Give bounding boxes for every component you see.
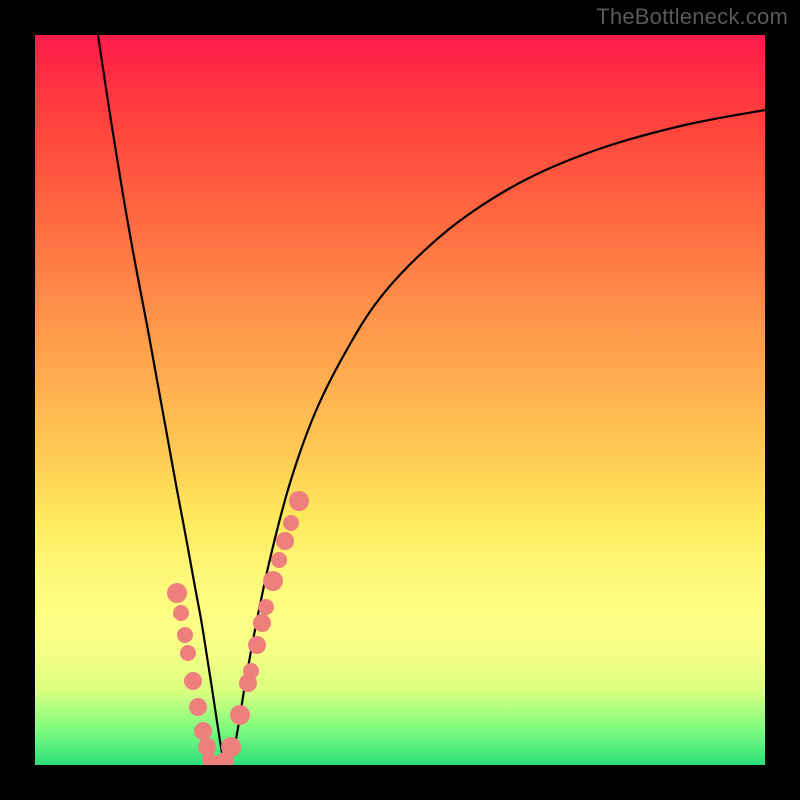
marker-point (253, 614, 271, 632)
marker-point (180, 645, 196, 661)
watermark-text: TheBottleneck.com (596, 4, 788, 30)
marker-point (271, 552, 287, 568)
marker-point (167, 583, 187, 603)
plot-area (35, 35, 765, 765)
chart-svg (35, 35, 765, 765)
marker-point (276, 532, 294, 550)
marker-point (258, 599, 274, 615)
marker-point (173, 605, 189, 621)
marker-point (230, 705, 250, 725)
marker-point (248, 636, 266, 654)
marker-point (184, 672, 202, 690)
marker-point (263, 571, 283, 591)
bottleneck-curve (98, 35, 765, 765)
marker-point (243, 663, 259, 679)
chart-frame: TheBottleneck.com (0, 0, 800, 800)
marker-point (221, 737, 241, 757)
marker-point (283, 515, 299, 531)
marker-point (189, 698, 207, 716)
marker-point (289, 491, 309, 511)
marker-point (177, 627, 193, 643)
marker-point (194, 722, 212, 740)
marker-group (167, 491, 309, 765)
